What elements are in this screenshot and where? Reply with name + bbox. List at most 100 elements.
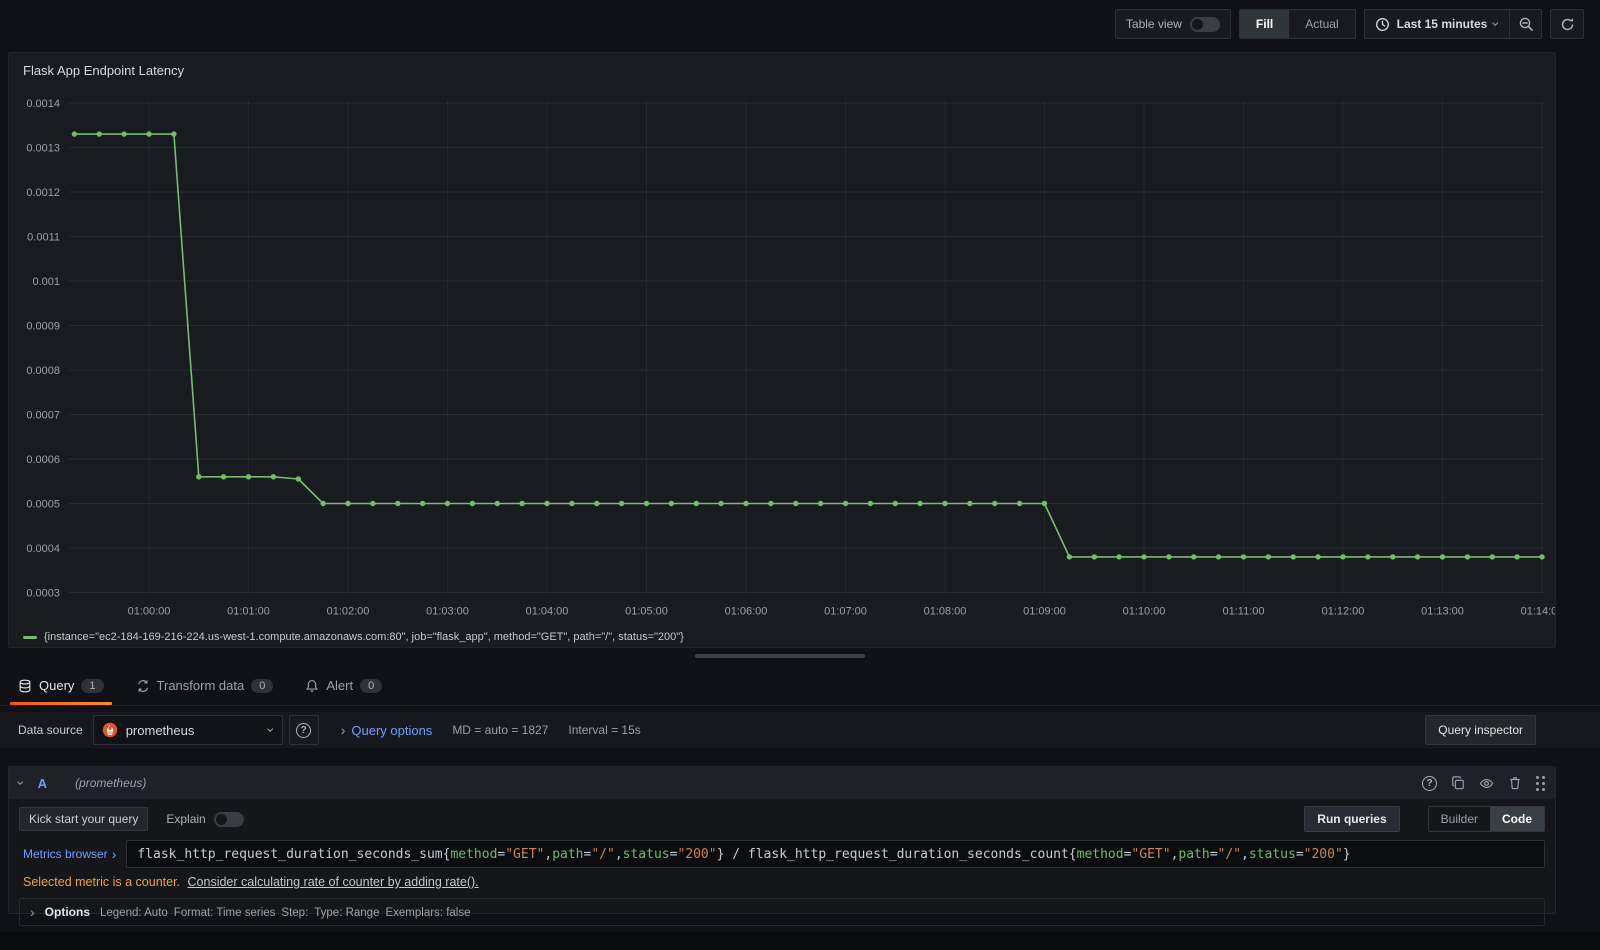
time-range-picker[interactable]: Last 15 minutes › [1365,10,1509,38]
magnifier-minus-icon [1519,17,1533,31]
svg-text:0.0011: 0.0011 [27,232,60,244]
svg-text:0.0005: 0.0005 [26,499,60,511]
explain-control: Explain [166,811,244,827]
zoom-out-button[interactable] [1509,10,1541,38]
builder-code-segment: Builder Code [1427,806,1545,832]
fill-button[interactable]: Fill [1239,10,1290,38]
chart-area[interactable]: 0.0014 0.0013 0.0012 0.0011 0.001 0.0009 0.000… [9,83,1563,633]
tab-query-badge: 1 [81,678,104,693]
table-view-toggle[interactable] [1189,16,1220,32]
timeseries-chart: 0.0014 0.0013 0.0012 0.0011 0.001 0.0009 0.000… [26,98,1563,618]
tab-transform-label: Transform data [156,678,245,693]
svg-text:01:03:00: 01:03:00 [426,606,469,618]
datasource-help-button[interactable]: ? [288,715,319,745]
bell-icon [305,679,319,693]
warning-text: Selected metric is a counter. [23,875,181,889]
tab-alert[interactable]: Alert 0 [297,666,390,705]
svg-text:0.0003: 0.0003 [26,588,60,600]
svg-text:0.0008: 0.0008 [26,365,60,377]
option-summary-item: Exemplars: false [385,907,471,919]
prometheus-icon [102,722,118,738]
svg-text:01:02:00: 01:02:00 [327,606,370,618]
option-summary-item: Type: Range [314,907,380,919]
table-view-label: Table view [1125,17,1182,31]
warning-rate-link[interactable]: Consider calculating rate of counter by … [188,875,479,889]
metrics-browser-toggle[interactable]: Metrics browser › [19,847,126,861]
svg-text:0.0004: 0.0004 [26,543,60,555]
svg-text:0.0014: 0.0014 [26,98,60,110]
actual-button[interactable]: Actual [1289,10,1354,38]
svg-text:0.0007: 0.0007 [26,410,60,422]
drag-handle[interactable] [1536,775,1545,791]
option-summary-item: Legend: Auto [100,907,168,919]
tab-alert-label: Alert [326,678,354,693]
refresh-icon [1561,17,1573,30]
query-inspector-button[interactable]: Query inspector [1425,715,1536,745]
fill-actual-segment: Fill Actual [1238,9,1356,39]
chevron-right-icon: › [340,722,346,738]
query-ref-id: A [37,775,48,791]
editor-tabs: Query 1 Transform data 0 Alert 0 [0,666,1600,706]
eye-icon[interactable] [1479,776,1494,791]
svg-text:01:14:00: 01:14:00 [1521,606,1555,618]
table-view-group: Table view [1114,9,1231,39]
explain-label: Explain [166,812,206,826]
query-datasource-hint: (prometheus) [75,776,147,790]
chevron-down-icon: › [263,727,280,733]
help-circle-icon: ? [296,722,312,738]
bottom-edge-strip [0,932,1600,950]
tab-query[interactable]: Query 1 [10,666,112,705]
legend-series-label[interactable]: {instance="ec2-184-169-216-224.us-west-1… [44,631,684,643]
option-summary-item: Format: Time series [173,907,276,919]
tab-transform-badge: 0 [251,678,274,693]
kick-start-query-button[interactable]: Kick start your query [19,807,149,831]
time-range-label: Last 15 minutes [1396,17,1488,31]
tab-alert-badge: 0 [360,678,383,693]
legend-series-swatch [23,635,37,639]
query-editor-row: › A (prometheus) ? Kick start your query [8,766,1556,926]
svg-text:01:05:00: 01:05:00 [625,606,668,618]
pane-resize-handle[interactable] [695,654,865,658]
promql-query-input[interactable]: flask_http_request_duration_seconds_sum{… [126,840,1545,868]
svg-text:0.0006: 0.0006 [26,454,60,466]
query-options-toggle[interactable]: › Query options [341,723,433,738]
explain-toggle[interactable] [213,811,244,827]
clock-icon [1375,17,1390,32]
datasource-picker[interactable]: prometheus › [92,715,283,745]
svg-text:01:07:00: 01:07:00 [824,606,867,618]
svg-text:01:06:00: 01:06:00 [725,606,768,618]
option-summary-item: Step: [281,907,309,919]
counter-warning: Selected metric is a counter. Consider c… [19,875,1545,889]
collapse-chevron-icon[interactable]: › [13,781,29,786]
trash-icon[interactable] [1508,776,1522,790]
builder-button[interactable]: Builder [1429,807,1490,831]
run-queries-button[interactable]: Run queries [1304,806,1400,832]
database-icon [18,679,32,693]
svg-text:01:09:00: 01:09:00 [1023,606,1066,618]
datasource-bar: Data source prometheus › ? › Query optio… [0,712,1600,748]
svg-text:0.001: 0.001 [32,276,60,288]
svg-text:01:04:00: 01:04:00 [526,606,569,618]
tab-query-label: Query [39,678,75,693]
max-datapoints-text: MD = auto = 1827 [452,723,549,737]
svg-text:01:08:00: 01:08:00 [924,606,967,618]
chart-legend: {instance="ec2-184-169-216-224.us-west-1… [23,631,684,643]
svg-text:0.0013: 0.0013 [26,143,60,155]
interval-text: Interval = 15s [568,723,641,737]
timeseries-panel: Flask App Endpoint Latency 0.0014 0.0013 0… [8,52,1563,648]
datasource-label: Data source [18,723,83,737]
svg-text:01:10:00: 01:10:00 [1123,606,1166,618]
duplicate-icon[interactable] [1451,776,1465,790]
query-row-header[interactable]: › A (prometheus) ? [9,767,1555,799]
query-options-label: Query options [351,722,433,738]
query-options-collapsed[interactable]: › Options Legend: Auto Format: Time serie… [19,898,1545,926]
svg-text:0.0009: 0.0009 [26,321,60,333]
code-button[interactable]: Code [1490,807,1544,831]
tab-transform-data[interactable]: Transform data 0 [128,666,282,705]
query-row-body: Kick start your query Explain Run querie… [9,799,1555,926]
transform-icon [136,679,150,693]
datasource-help-icon[interactable]: ? [1422,775,1437,791]
refresh-button[interactable] [1550,9,1584,39]
promql-editor-row: Metrics browser › flask_http_request_dur… [19,840,1545,868]
panel-title: Flask App Endpoint Latency [23,63,185,78]
